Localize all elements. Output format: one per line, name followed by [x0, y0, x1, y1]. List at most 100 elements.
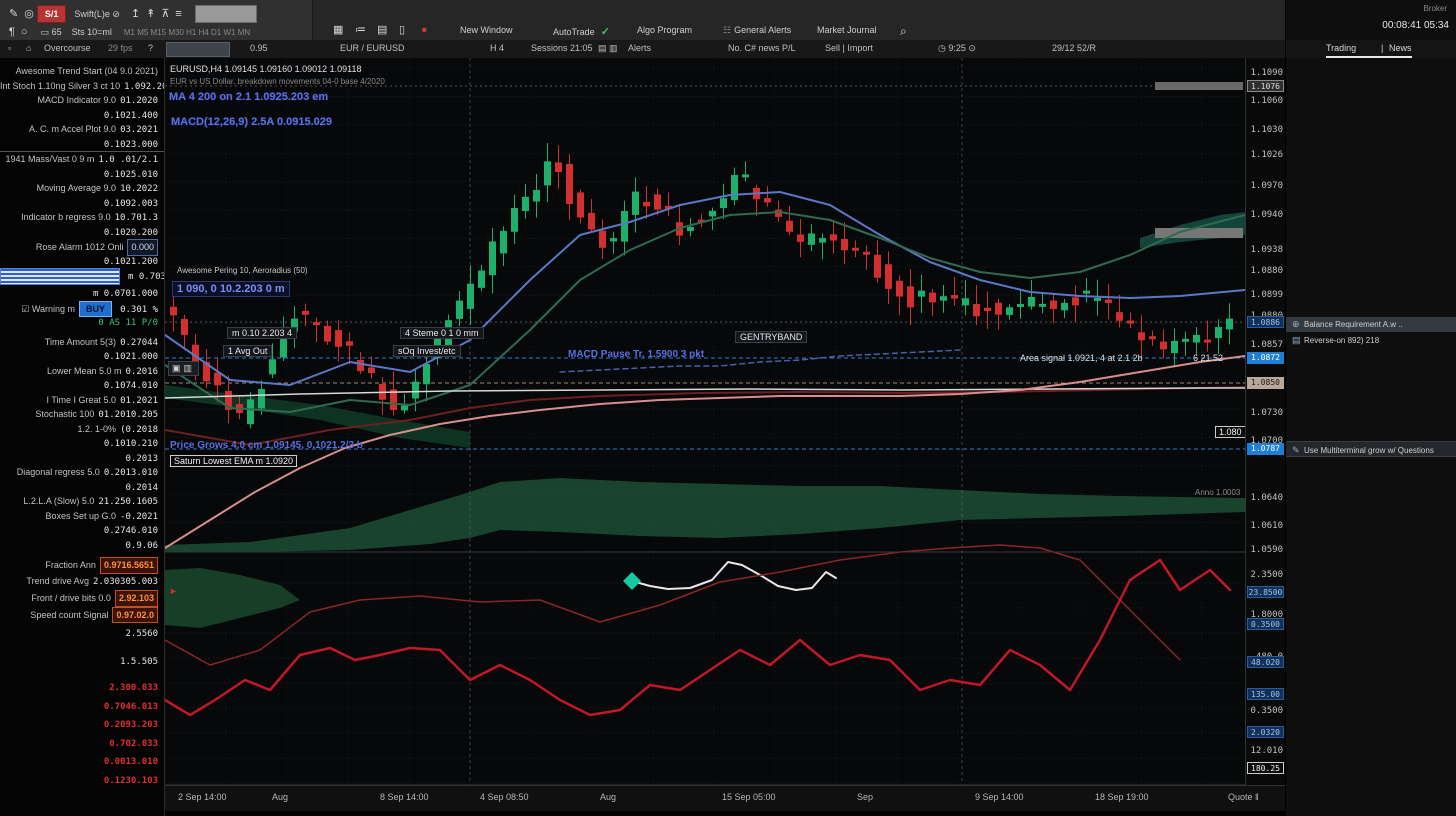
sidebar-row[interactable]: m 0.7034: [0, 268, 164, 286]
sidebar-row[interactable]: 2.5560: [0, 626, 164, 641]
target-icon[interactable]: ◎: [21, 6, 37, 22]
sidebar-row[interactable]: Fraction Ann0.9716.5651: [0, 557, 164, 572]
subbar-item-6[interactable]: No. C# news P/L: [728, 43, 796, 53]
sidebar-row[interactable]: Time Amount 5(3)0.27044: [0, 335, 164, 350]
symbol-label[interactable]: Swift(L)e ⊘: [74, 9, 120, 19]
sidebar-row[interactable]: Moving Average 9.010.2022: [0, 181, 164, 196]
print-icon[interactable]: ▤: [374, 22, 390, 38]
volume-input[interactable]: [195, 5, 257, 23]
candlestick-chart[interactable]: ►: [165, 58, 1245, 785]
sidebar-row[interactable]: 0.1020.200: [0, 225, 164, 240]
subbar-item-7[interactable]: Sell | Import: [825, 43, 873, 53]
sidebar-row[interactable]: Front / drive bits 0.02.92.103: [0, 590, 164, 605]
sidebar-row[interactable]: 0.1021.400: [0, 108, 164, 123]
sidebar-row[interactable]: ☑ Warning mBUY0.301 %: [0, 301, 164, 316]
menu-item-general-alerts[interactable]: ☷General Alerts: [723, 25, 791, 36]
sidebar-row[interactable]: m 0.0701.000: [0, 286, 164, 301]
sidebar-row[interactable]: 0.1092.003: [0, 196, 164, 211]
chart-mini-toolbar[interactable]: ▣▥: [168, 361, 199, 376]
sidebar-row[interactable]: Trend drive Avg2.030305.003: [0, 574, 164, 589]
help-icon[interactable]: ?: [148, 43, 153, 53]
candle-body: [1094, 298, 1101, 301]
sidebar-row[interactable]: Int Stoch 1.10ng Silver 3 ct 101.092.203: [0, 79, 164, 94]
sidebar-row[interactable]: A. C. m Accel Plot 9.003.2021: [0, 122, 164, 137]
spread-meter-widget[interactable]: [0, 268, 120, 285]
sidebar-row[interactable]: 1.2. 1-0%(0.2018: [0, 422, 164, 437]
lines-icon[interactable]: ≔: [352, 22, 369, 38]
sidebar-row[interactable]: 0.2746.010: [0, 523, 164, 538]
magnet-icon[interactable]: ⊼: [158, 6, 172, 22]
time-axis[interactable]: 2 Sep 14:00Aug8 Sep 14:004 Sep 08:50Aug1…: [165, 785, 1285, 811]
sidebar-row[interactable]: MACD Indicator 9.001.2020: [0, 93, 164, 108]
sidebar-row[interactable]: 0.0013.010: [0, 754, 164, 769]
sidebar-row[interactable]: 0.2093.203: [0, 717, 164, 732]
sidebar-row[interactable]: 1.5.505: [0, 654, 164, 669]
sidebar-row[interactable]: 0.2014: [0, 480, 164, 495]
subbar-item-0[interactable]: 0.95: [250, 43, 268, 53]
sidebar-row[interactable]: 0.1021.000: [0, 349, 164, 364]
menu-item-market-journal[interactable]: Market Journal: [817, 25, 877, 35]
pen-icon[interactable]: ¶: [6, 24, 18, 40]
sidebar-row[interactable]: 0.702.033: [0, 736, 164, 751]
grid-icon[interactable]: ▦: [330, 22, 346, 38]
tab-trading[interactable]: Trading: [1326, 43, 1356, 53]
subbar-item-1[interactable]: EUR / EURUSD: [340, 43, 405, 53]
camera-icon[interactable]: ▣: [172, 363, 181, 373]
menu-item-autotrade[interactable]: AutoTrade✓: [553, 25, 610, 38]
edit-icon[interactable]: ✎: [6, 6, 21, 22]
subbar-item-3[interactable]: Sessions 21:05: [531, 43, 593, 53]
sidebar-row[interactable]: Lower Mean 5.0 m0.2016: [0, 364, 164, 379]
arrow-up2-icon[interactable]: ↟: [143, 6, 158, 22]
timeframe-strip[interactable]: M1 M5 M15 M30 H1 H4 D1 W1 MN: [124, 28, 250, 37]
subbar-item-5[interactable]: Alerts: [628, 43, 651, 53]
sidebar-row[interactable]: 0.1230.103: [0, 773, 164, 788]
sidebar-row[interactable]: 0.1074.010: [0, 378, 164, 393]
home-icon[interactable]: ⌂: [26, 43, 31, 53]
chart-area[interactable]: ► EURUSD,H4 1.09145 1.09160 1.09012 1.09…: [165, 58, 1245, 785]
sidebar-row[interactable]: 0.1021.200: [0, 254, 164, 269]
sidebar-row[interactable]: Rose Alarm 1012 Onli0.000: [0, 239, 164, 254]
sidebar-row[interactable]: Stochastic 10001.2010.205: [0, 407, 164, 422]
sidebar-row[interactable]: 2.300.033: [0, 680, 164, 695]
sidebar-row[interactable]: 1941 Mass/Vast 0 9 m1.0 .01/2.1: [0, 151, 164, 167]
sell-button[interactable]: S/1: [37, 5, 67, 23]
toolbar-search-icon[interactable]: ⌕: [897, 23, 910, 39]
doc-icon[interactable]: ▯: [396, 22, 408, 38]
subbar-search-input[interactable]: [166, 42, 230, 57]
bars-icon[interactable]: ▥: [184, 363, 193, 373]
record-icon[interactable]: ●: [418, 22, 431, 38]
sidebar-row[interactable]: 0.9.06: [0, 538, 164, 553]
candle-body: [874, 255, 881, 278]
sidebar-row[interactable]: Speed count Signal0.97.02.0: [0, 607, 164, 622]
sidebar-row[interactable]: Awesome Trend Start (04 9.0 2021): [0, 64, 164, 79]
sidebar-row[interactable]: 0 AS 11 P/0: [0, 315, 164, 330]
tab-news[interactable]: News: [1389, 43, 1412, 53]
datasource-label[interactable]: Overcourse: [44, 43, 91, 53]
sidebar-row[interactable]: 0.1010.210: [0, 436, 164, 451]
menu-item-algo-program[interactable]: Algo Program: [637, 25, 692, 35]
right-panel-row[interactable]: ▤Reverse-on 892) 218: [1286, 333, 1456, 348]
sidebar-row[interactable]: Indicator b regress 9.010.701.3: [0, 210, 164, 225]
sidebar-row[interactable]: I Time I Great 5.001.2021: [0, 393, 164, 408]
sidebar-row[interactable]: 0.1025.010: [0, 167, 164, 182]
sidebar-row-value: 0.27044: [120, 338, 158, 348]
sidebar-row[interactable]: Boxes Set up G.0-0.2021: [0, 509, 164, 524]
subbar-item-9[interactable]: 29/12 52/R: [1052, 43, 1096, 53]
subbar-grid-icons[interactable]: ▤ ▥: [598, 43, 618, 54]
price-axis[interactable]: 1.10901.10601.10301.10261.09701.09401.09…: [1245, 58, 1286, 810]
square-icon[interactable]: ▫: [8, 43, 11, 53]
terminal-footer-row[interactable]: ✎Use Multiterminal grow w/ Questions: [1286, 441, 1456, 457]
sidebar-row[interactable]: 0.1023.000: [0, 137, 164, 152]
sidebar-row[interactable]: L.2.L.A (Slow) 5.021.250.1605: [0, 494, 164, 509]
arrow-up-icon[interactable]: ↥: [128, 6, 143, 22]
list-icon[interactable]: ≡: [172, 6, 184, 22]
right-panel-row[interactable]: ⊕Balance Requirement A.w ..: [1286, 317, 1456, 332]
menu-item-new-window[interactable]: New Window: [460, 25, 513, 35]
sidebar-row[interactable]: Diagonal regress 5.00.2013.010: [0, 465, 164, 480]
sidebar-row[interactable]: 0.7046.013: [0, 699, 164, 714]
circle-icon[interactable]: ○: [18, 24, 31, 40]
subbar-item-8[interactable]: ◷ 9:25 ⊙: [938, 43, 976, 54]
candle-body: [929, 293, 936, 303]
sidebar-row[interactable]: 0.2013: [0, 451, 164, 466]
subbar-item-2[interactable]: H 4: [490, 43, 504, 53]
